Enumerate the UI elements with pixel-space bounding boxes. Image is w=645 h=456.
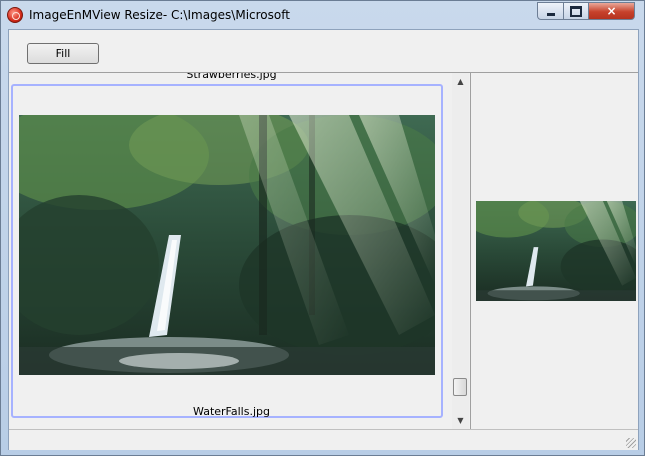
close-button[interactable]: × — [588, 2, 635, 20]
status-bar — [9, 429, 638, 450]
window-title: ImageEnMView Resize- C:\Images\Microsoft — [29, 8, 290, 22]
fill-button[interactable]: Fill — [27, 43, 99, 64]
thumbnail-caption: WaterFalls.jpg — [193, 405, 270, 418]
preview-pane — [471, 73, 638, 429]
vertical-scrollbar[interactable]: ▲ ▼ — [452, 73, 469, 429]
minimize-icon — [546, 12, 555, 16]
scrollbar-thumb[interactable] — [453, 378, 467, 396]
waterfall-preview-image — [476, 201, 636, 301]
toolbar: Fill — [9, 30, 638, 73]
scroll-up-icon[interactable]: ▲ — [452, 73, 469, 90]
minimize-button[interactable] — [537, 2, 564, 20]
app-window: ImageEnMView Resize- C:\Images\Microsoft… — [0, 0, 645, 456]
resize-grip-icon[interactable] — [626, 438, 636, 448]
maximize-icon — [570, 5, 582, 17]
thumbnail-caption: Strawberries.jpg — [186, 73, 277, 81]
waterfall-thumbnail-image[interactable] — [19, 115, 435, 375]
app-icon[interactable] — [7, 7, 23, 23]
maximize-button[interactable] — [563, 2, 589, 20]
scroll-down-icon[interactable]: ▼ — [452, 412, 469, 429]
image-multiview[interactable]: Strawberries.jpg WaterFalls.jpg ▲ ▼ — [9, 73, 471, 429]
waterfall-image — [19, 115, 435, 375]
title-bar[interactable]: ImageEnMView Resize- C:\Images\Microsoft… — [1, 1, 644, 29]
client-area: Fill Strawberries.jpg WaterFalls.jpg ▲ ▼ — [8, 29, 639, 450]
close-icon: × — [606, 4, 617, 18]
preview-image — [476, 201, 636, 301]
